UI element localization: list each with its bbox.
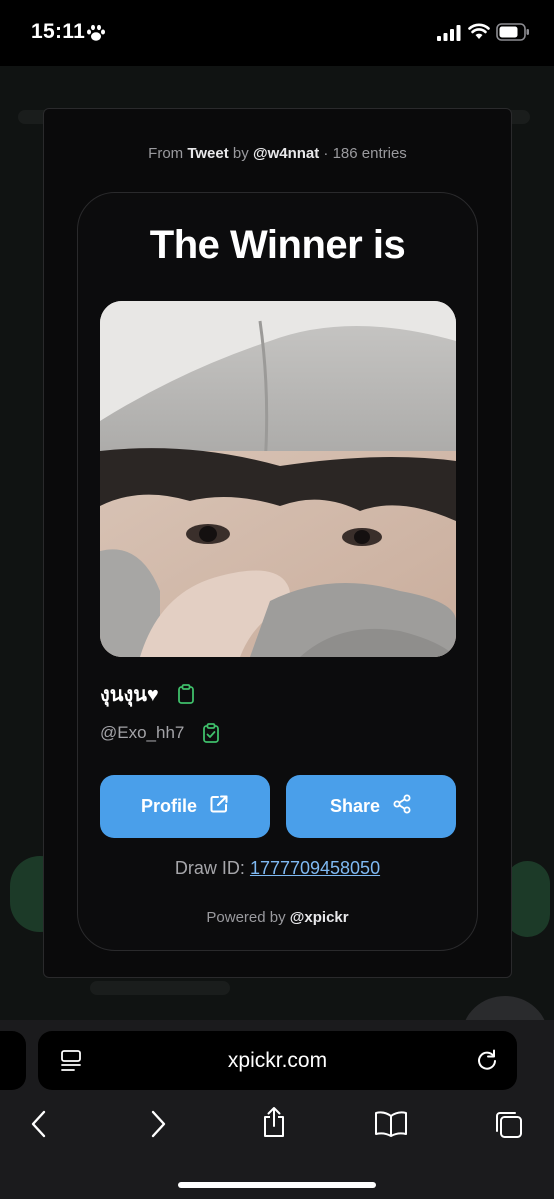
source-line: From Tweet by @w4nnat · 186 entries	[44, 145, 511, 162]
battery-icon	[496, 23, 530, 46]
share-button[interactable]: Share	[286, 775, 456, 838]
previous-tab-peek[interactable]	[0, 1031, 26, 1090]
winner-card: The Winner is งุนงุน♥ @Exo_hh7 Profile S…	[77, 192, 478, 951]
draw-id: Draw ID: 1777709458050	[78, 858, 477, 879]
forward-icon[interactable]	[149, 1110, 167, 1143]
winner-title: The Winner is	[149, 223, 406, 267]
source-author: @w4nnat	[252, 145, 320, 162]
reload-icon[interactable]	[475, 1048, 499, 1077]
cellular-signal-icon	[437, 25, 461, 46]
source-by: by	[232, 145, 249, 162]
wifi-icon	[468, 22, 490, 45]
powered-by-brand[interactable]: @xpickr	[290, 909, 349, 926]
powered-by-label: Powered by	[206, 909, 286, 926]
source-platform: Tweet	[187, 145, 229, 162]
back-icon[interactable]	[30, 1110, 48, 1143]
copy-name-icon[interactable]	[177, 684, 195, 704]
share-icon	[392, 794, 412, 819]
draw-id-label: Draw ID:	[174, 858, 245, 878]
winner-handle-row: @Exo_hh7	[100, 721, 220, 745]
background-fab	[462, 996, 548, 1020]
entries-count: 186 entries	[332, 145, 407, 162]
external-link-icon	[209, 794, 229, 819]
winner-handle: @Exo_hh7	[100, 723, 185, 742]
source-prefix: From	[148, 145, 184, 162]
powered-by: Powered by @xpickr	[78, 909, 477, 926]
winner-modal: From Tweet by @w4nnat · 186 entries The …	[43, 108, 512, 978]
url-text: xpickr.com	[227, 1049, 328, 1072]
winner-name-row: งุนงุน♥	[100, 681, 195, 707]
winner-photo	[100, 301, 456, 657]
share-sheet-icon[interactable]	[261, 1106, 287, 1143]
winner-name: งุนงุน♥	[100, 684, 159, 706]
address-bar[interactable]: xpickr.com	[38, 1031, 517, 1090]
source-separator: ·	[323, 145, 329, 162]
home-indicator	[178, 1182, 376, 1188]
browser-chrome: xpickr.com	[0, 1020, 554, 1199]
profile-button[interactable]: Profile	[100, 775, 270, 838]
copy-handle-icon[interactable]	[202, 723, 220, 743]
share-button-label: Share	[329, 796, 381, 816]
tabs-icon[interactable]	[494, 1110, 524, 1145]
status-bar: 15:11	[0, 0, 554, 66]
background-decor	[90, 981, 230, 995]
draw-id-link[interactable]: 1777709458050	[250, 858, 380, 878]
paw-icon	[86, 24, 106, 47]
bookmarks-icon[interactable]	[374, 1110, 408, 1143]
status-time: 15:11	[31, 20, 86, 43]
profile-button-label: Profile	[140, 796, 197, 816]
